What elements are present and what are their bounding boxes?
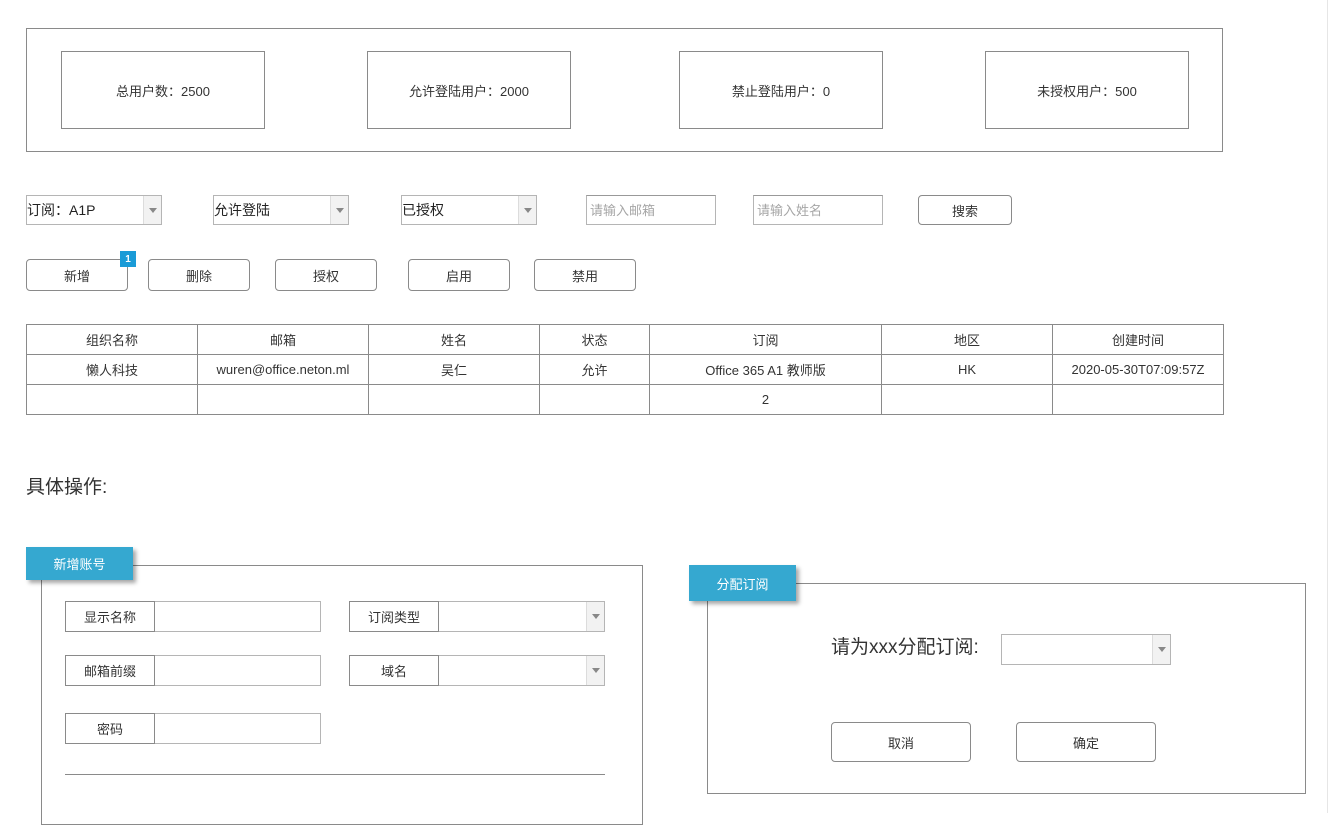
- stat-unlicensed-users: 未授权用户：500: [985, 51, 1189, 129]
- table-cell: 懒人科技: [26, 354, 198, 385]
- chevron-down-icon[interactable]: [518, 196, 536, 224]
- delete-button[interactable]: 删除: [148, 259, 250, 291]
- auth-status-filter-select[interactable]: 已授权: [401, 195, 537, 225]
- table-header-row: 组织名称 邮箱 姓名 状态 订阅 地区 创建时间: [26, 324, 1224, 355]
- stat-allowed-users: 允许登陆用户：2000: [367, 51, 571, 129]
- table-row[interactable]: 2: [26, 384, 1224, 415]
- form-divider: [65, 774, 605, 775]
- disable-button[interactable]: 禁用: [534, 259, 636, 291]
- subscription-filter-value: 订阅：A1P: [27, 202, 96, 218]
- table-cell: HK: [881, 354, 1053, 385]
- assign-prompt: 请为xxx分配订阅:: [831, 637, 979, 658]
- section-title: 具体操作:: [26, 477, 108, 498]
- stat-total-users: 总用户数：2500: [61, 51, 265, 129]
- display-name-label: 显示名称: [65, 601, 155, 632]
- password-input[interactable]: [155, 713, 321, 744]
- auth-status-filter-value: 已授权: [402, 202, 444, 218]
- pagination-cell[interactable]: 2: [649, 384, 882, 415]
- table-cell: 吴仁: [368, 354, 540, 385]
- table-cell: [26, 384, 198, 415]
- domain-select[interactable]: [439, 655, 605, 686]
- domain-label: 域名: [349, 655, 439, 686]
- column-header-subscription: 订阅: [649, 324, 882, 355]
- enable-button[interactable]: 启用: [408, 259, 510, 291]
- column-header-org: 组织名称: [26, 324, 198, 355]
- confirm-button[interactable]: 确定: [1016, 722, 1156, 762]
- display-name-input[interactable]: [155, 601, 321, 632]
- search-button[interactable]: 搜索: [918, 195, 1012, 225]
- chevron-down-icon[interactable]: [330, 196, 348, 224]
- email-search-input[interactable]: [586, 195, 716, 225]
- assign-subscription-tag: 分配订阅: [689, 565, 796, 601]
- password-label: 密码: [65, 713, 155, 744]
- column-header-status: 状态: [539, 324, 650, 355]
- table-cell: wuren@office.neton.ml: [197, 354, 369, 385]
- login-status-filter-value: 允许登陆: [214, 202, 270, 218]
- assign-subscription-panel: [707, 583, 1306, 794]
- stat-blocked-users: 禁止登陆用户：0: [679, 51, 883, 129]
- table-cell: 2020-05-30T07:09:57Z: [1052, 354, 1224, 385]
- column-header-name: 姓名: [368, 324, 540, 355]
- add-button[interactable]: 新增: [26, 259, 128, 291]
- add-count-badge: 1: [120, 251, 136, 267]
- subscription-type-label: 订阅类型: [349, 601, 439, 632]
- authorize-button[interactable]: 授权: [275, 259, 377, 291]
- assign-subscription-select[interactable]: [1001, 634, 1171, 665]
- email-prefix-label: 邮箱前缀: [65, 655, 155, 686]
- column-header-region: 地区: [881, 324, 1053, 355]
- table-cell: [881, 384, 1053, 415]
- column-header-email: 邮箱: [197, 324, 369, 355]
- new-account-tag: 新增账号: [26, 547, 133, 580]
- table-cell: 允许: [539, 354, 650, 385]
- name-search-input[interactable]: [753, 195, 883, 225]
- table-cell: [368, 384, 540, 415]
- subscription-filter-select[interactable]: 订阅：A1P: [26, 195, 162, 225]
- chevron-down-icon[interactable]: [586, 602, 604, 631]
- chevron-down-icon[interactable]: [1152, 635, 1170, 664]
- table-cell: Office 365 A1 教师版: [649, 354, 882, 385]
- table-cell: [539, 384, 650, 415]
- table-cell: [1052, 384, 1224, 415]
- page-edge-rule: [1327, 0, 1328, 813]
- chevron-down-icon[interactable]: [586, 656, 604, 685]
- users-table: 组织名称 邮箱 姓名 状态 订阅 地区 创建时间 懒人科技 wuren@offi…: [26, 324, 1224, 415]
- cancel-button[interactable]: 取消: [831, 722, 971, 762]
- email-prefix-input[interactable]: [155, 655, 321, 686]
- table-cell: [197, 384, 369, 415]
- login-status-filter-select[interactable]: 允许登陆: [213, 195, 349, 225]
- subscription-type-select[interactable]: [439, 601, 605, 632]
- column-header-created: 创建时间: [1052, 324, 1224, 355]
- chevron-down-icon[interactable]: [143, 196, 161, 224]
- table-row[interactable]: 懒人科技 wuren@office.neton.ml 吴仁 允许 Office …: [26, 354, 1224, 385]
